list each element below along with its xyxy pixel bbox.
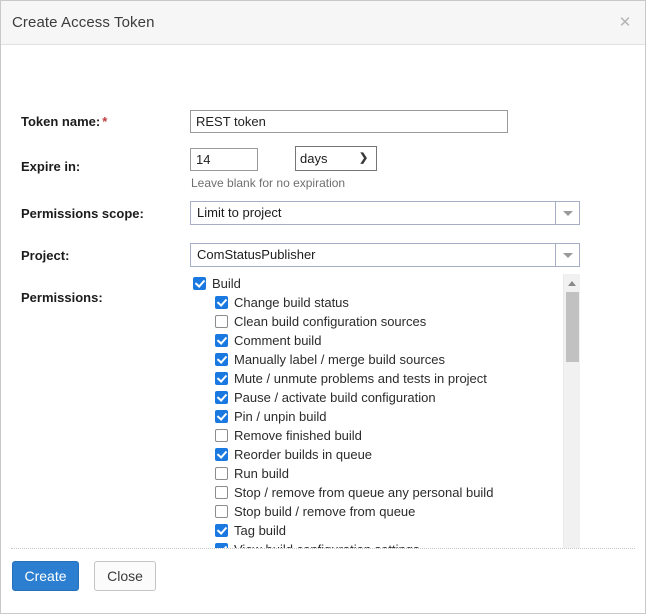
- permission-row[interactable]: Clean build configuration sources: [190, 312, 563, 331]
- permission-label: Pin / unpin build: [234, 409, 327, 424]
- permission-label: Build: [212, 276, 241, 291]
- scroll-up-arrow-icon[interactable]: [564, 274, 580, 291]
- permission-row[interactable]: Comment build: [190, 331, 563, 350]
- token-name-input[interactable]: [190, 110, 508, 133]
- permission-label: Pause / activate build configuration: [234, 390, 436, 405]
- dialog-header: Create Access Token ✕: [1, 1, 645, 45]
- expire-unit-value: days: [300, 151, 327, 166]
- checkbox-checked-icon[interactable]: [215, 334, 228, 347]
- permission-label: Remove finished build: [234, 428, 362, 443]
- project-dropdown-button[interactable]: [555, 244, 579, 266]
- checkbox-checked-icon[interactable]: [193, 277, 206, 290]
- token-name-label-text: Token name:: [21, 114, 100, 129]
- create-access-token-dialog: Create Access Token ✕ Token name:* Expir…: [0, 0, 646, 614]
- close-button[interactable]: Close: [94, 561, 156, 591]
- permission-label: Tag build: [234, 523, 286, 538]
- scrollbar-thumb[interactable]: [566, 292, 579, 362]
- dialog-body: Token name:* Expire in: days ❯ Leave bla…: [1, 45, 645, 548]
- checkbox-checked-icon[interactable]: [215, 448, 228, 461]
- checkbox-unchecked-icon[interactable]: [215, 467, 228, 480]
- permission-row[interactable]: Manually label / merge build sources: [190, 350, 563, 369]
- permission-label: Clean build configuration sources: [234, 314, 426, 329]
- project-combo[interactable]: ComStatusPublisher: [190, 243, 580, 267]
- permission-label: Comment build: [234, 333, 321, 348]
- permission-label: Run build: [234, 466, 289, 481]
- permission-row[interactable]: Stop build / remove from queue: [190, 502, 563, 521]
- permission-row[interactable]: Build: [190, 274, 563, 293]
- checkbox-unchecked-icon[interactable]: [215, 486, 228, 499]
- permissions-scope-combo[interactable]: Limit to project: [190, 201, 580, 225]
- checkbox-checked-icon[interactable]: [215, 524, 228, 537]
- permissions-scope-label: Permissions scope:: [21, 206, 144, 221]
- permission-row[interactable]: Stop / remove from queue any personal bu…: [190, 483, 563, 502]
- permission-label: Mute / unmute problems and tests in proj…: [234, 371, 487, 386]
- expire-unit-select[interactable]: days ❯: [295, 146, 377, 171]
- permission-label: Change build status: [234, 295, 349, 310]
- permissions-list-box: Build Change build status Clean build conf…: [190, 274, 580, 590]
- expire-in-label: Expire in:: [21, 159, 80, 174]
- token-name-label: Token name:*: [21, 114, 107, 129]
- checkbox-checked-icon[interactable]: [215, 410, 228, 423]
- permission-label: Manually label / merge build sources: [234, 352, 445, 367]
- permissions-scope-dropdown-button[interactable]: [555, 202, 579, 224]
- chevron-down-icon: ❯: [359, 151, 369, 165]
- permission-row[interactable]: Tag build: [190, 521, 563, 540]
- expire-hint: Leave blank for no expiration: [191, 176, 345, 190]
- permissions-scope-value: Limit to project: [191, 202, 555, 224]
- permissions-scrollbar[interactable]: [563, 274, 580, 590]
- checkbox-unchecked-icon[interactable]: [215, 315, 228, 328]
- permission-label: Reorder builds in queue: [234, 447, 372, 462]
- checkbox-checked-icon[interactable]: [215, 353, 228, 366]
- checkbox-unchecked-icon[interactable]: [215, 429, 228, 442]
- caret-down-icon: [563, 253, 573, 258]
- permission-row[interactable]: Mute / unmute problems and tests in proj…: [190, 369, 563, 388]
- required-asterisk: *: [102, 114, 107, 129]
- permission-row[interactable]: Change build status: [190, 293, 563, 312]
- checkbox-unchecked-icon[interactable]: [215, 505, 228, 518]
- project-label: Project:: [21, 248, 69, 263]
- permission-row[interactable]: Reorder builds in queue: [190, 445, 563, 464]
- permission-row[interactable]: Run build: [190, 464, 563, 483]
- project-value: ComStatusPublisher: [191, 244, 555, 266]
- checkbox-checked-icon[interactable]: [215, 372, 228, 385]
- permissions-list[interactable]: Build Change build status Clean build conf…: [190, 274, 563, 590]
- dialog-footer: Create Close: [1, 548, 645, 613]
- permission-row[interactable]: Pin / unpin build: [190, 407, 563, 426]
- permission-row[interactable]: Pause / activate build configuration: [190, 388, 563, 407]
- permissions-label: Permissions:: [21, 290, 103, 305]
- footer-separator: [11, 548, 635, 549]
- checkbox-checked-icon[interactable]: [215, 296, 228, 309]
- close-icon[interactable]: ✕: [615, 13, 635, 33]
- permission-row[interactable]: Remove finished build: [190, 426, 563, 445]
- permission-label: Stop build / remove from queue: [234, 504, 415, 519]
- expire-amount-input[interactable]: [190, 148, 258, 171]
- dialog-title: Create Access Token: [12, 14, 155, 31]
- checkbox-checked-icon[interactable]: [215, 391, 228, 404]
- create-button[interactable]: Create: [12, 561, 79, 591]
- permission-label: Stop / remove from queue any personal bu…: [234, 485, 493, 500]
- caret-down-icon: [563, 211, 573, 216]
